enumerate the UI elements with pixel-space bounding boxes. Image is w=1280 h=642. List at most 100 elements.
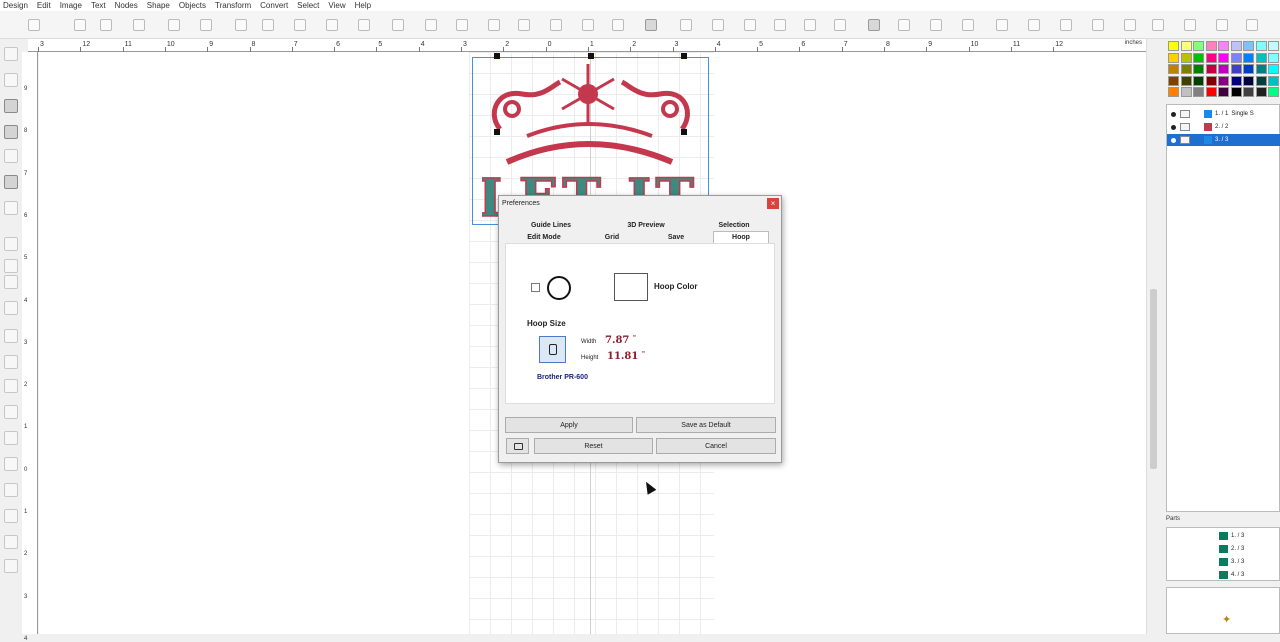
color-swatch[interactable] xyxy=(1268,75,1279,86)
color-swatch[interactable] xyxy=(1205,75,1217,86)
color-swatch[interactable] xyxy=(1205,64,1217,74)
eye-icon[interactable] xyxy=(1171,111,1176,117)
tab-guide-lines[interactable]: Guide Lines xyxy=(516,220,586,231)
color-swatch[interactable] xyxy=(1243,75,1254,86)
layer-row[interactable]: 3. / 3 xyxy=(1167,134,1280,146)
color-swatch[interactable] xyxy=(1255,87,1267,97)
color-swatch[interactable] xyxy=(1168,87,1179,97)
toolbar-tool-icon[interactable] xyxy=(744,19,756,31)
color-swatch[interactable] xyxy=(1193,87,1204,97)
color-swatch[interactable] xyxy=(1268,52,1279,63)
tool-icon[interactable] xyxy=(4,99,18,113)
tab-3d-preview[interactable]: 3D Preview xyxy=(607,220,685,231)
color-swatch[interactable] xyxy=(1230,52,1242,63)
tool-icon[interactable] xyxy=(4,457,18,471)
menu-item-edit[interactable]: Edit xyxy=(37,1,51,10)
color-palette[interactable] xyxy=(1168,41,1280,101)
tool-icon[interactable] xyxy=(4,275,18,289)
toolbar-tool-icon[interactable] xyxy=(898,19,910,31)
color-swatch[interactable] xyxy=(1243,64,1254,74)
tool-icon[interactable] xyxy=(4,559,18,573)
color-swatch[interactable] xyxy=(1168,52,1179,63)
tool-icon[interactable] xyxy=(4,149,18,163)
color-swatch[interactable] xyxy=(1243,41,1254,51)
tool-icon[interactable] xyxy=(4,509,18,523)
scrollbar-thumb[interactable] xyxy=(1150,289,1157,469)
tool-icon[interactable] xyxy=(4,405,18,419)
tool-icon[interactable] xyxy=(4,355,18,369)
color-swatch[interactable] xyxy=(1193,64,1204,74)
tool-icon[interactable] xyxy=(4,237,18,251)
menu-item-select[interactable]: Select xyxy=(297,1,319,10)
tool-icon[interactable] xyxy=(4,379,18,393)
color-swatch[interactable] xyxy=(1180,64,1192,74)
menu-item-text[interactable]: Text xyxy=(91,1,106,10)
menu-item-design[interactable]: Design xyxy=(3,1,28,10)
tool-icon[interactable] xyxy=(4,73,18,87)
toolbar-tool-icon[interactable] xyxy=(358,19,370,31)
color-swatch[interactable] xyxy=(1180,75,1192,86)
menu-item-objects[interactable]: Objects xyxy=(179,1,206,10)
tab-edit-mode[interactable]: Edit Mode xyxy=(511,232,577,243)
color-swatch[interactable] xyxy=(1168,64,1179,74)
tab-grid[interactable]: Grid xyxy=(587,232,637,243)
toolbar-tool-icon[interactable] xyxy=(168,19,180,31)
part-row[interactable]: 3. / 3 xyxy=(1167,556,1271,568)
toolbar-tool-icon[interactable] xyxy=(294,19,306,31)
toolbar-tool-icon[interactable] xyxy=(645,19,657,31)
hoop-color-swatch[interactable] xyxy=(614,273,648,301)
tool-icon[interactable] xyxy=(4,301,18,315)
color-swatch[interactable] xyxy=(1268,87,1279,97)
toolbar-tool-icon[interactable] xyxy=(582,19,594,31)
color-swatch[interactable] xyxy=(1255,41,1267,51)
color-swatch[interactable] xyxy=(1180,52,1192,63)
menu-item-nodes[interactable]: Nodes xyxy=(115,1,138,10)
color-swatch[interactable] xyxy=(1205,87,1217,97)
tool-icon[interactable] xyxy=(4,329,18,343)
color-swatch[interactable] xyxy=(1218,52,1229,63)
menu-item-convert[interactable]: Convert xyxy=(260,1,288,10)
toolbar-tool-icon[interactable] xyxy=(28,19,40,31)
toolbar-tool-icon[interactable] xyxy=(1184,19,1196,31)
toolbar-tool-icon[interactable] xyxy=(996,19,1008,31)
selection-handle[interactable] xyxy=(588,53,594,59)
apply-button[interactable]: Apply xyxy=(505,417,633,433)
hoop-icon-button[interactable] xyxy=(506,438,529,454)
menu-item-view[interactable]: View xyxy=(328,1,345,10)
tool-icon[interactable] xyxy=(4,201,18,215)
toolbar-tool-icon[interactable] xyxy=(1124,19,1136,31)
selection-handle[interactable] xyxy=(681,129,687,135)
toolbar-tool-icon[interactable] xyxy=(804,19,816,31)
color-swatch[interactable] xyxy=(1205,41,1217,51)
toolbar-tool-icon[interactable] xyxy=(1092,19,1104,31)
toolbar-tool-icon[interactable] xyxy=(74,19,86,31)
color-swatch[interactable] xyxy=(1193,52,1204,63)
toolbar-tool-icon[interactable] xyxy=(1060,19,1072,31)
selection-handle[interactable] xyxy=(494,129,500,135)
toolbar-tool-icon[interactable] xyxy=(100,19,112,31)
menu-item-transform[interactable]: Transform xyxy=(215,1,251,10)
toolbar-tool-icon[interactable] xyxy=(868,19,880,31)
hoop-select-button[interactable] xyxy=(539,336,566,363)
toolbar-tool-icon[interactable] xyxy=(518,19,530,31)
color-swatch[interactable] xyxy=(1180,87,1192,97)
toolbar-tool-icon[interactable] xyxy=(262,19,274,31)
menu-item-help[interactable]: Help xyxy=(355,1,371,10)
toolbar-tool-icon[interactable] xyxy=(962,19,974,31)
toolbar-tool-icon[interactable] xyxy=(456,19,468,31)
color-swatch[interactable] xyxy=(1268,41,1279,51)
toolbar-tool-icon[interactable] xyxy=(680,19,692,31)
toolbar-tool-icon[interactable] xyxy=(834,19,846,31)
part-row[interactable]: 2. / 3 xyxy=(1167,543,1271,555)
color-swatch[interactable] xyxy=(1218,75,1229,86)
toolbar-tool-icon[interactable] xyxy=(1028,19,1040,31)
save-as-default-button[interactable]: Save as Default xyxy=(636,417,776,433)
eye-icon[interactable] xyxy=(1171,124,1176,130)
toolbar-tool-icon[interactable] xyxy=(133,19,145,31)
color-swatch[interactable] xyxy=(1218,87,1229,97)
toolbar-tool-icon[interactable] xyxy=(392,19,404,31)
tool-icon[interactable] xyxy=(4,535,18,549)
color-swatch[interactable] xyxy=(1230,87,1242,97)
color-swatch[interactable] xyxy=(1230,41,1242,51)
color-swatch[interactable] xyxy=(1255,52,1267,63)
